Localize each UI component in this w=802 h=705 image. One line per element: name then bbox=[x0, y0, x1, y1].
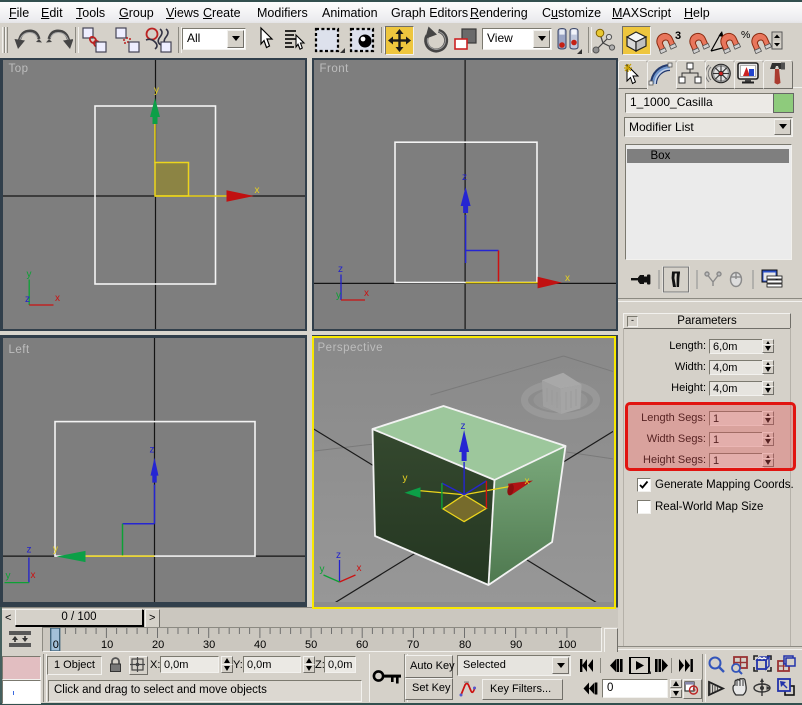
svg-text:3: 3 bbox=[675, 30, 681, 42]
svg-text:70: 70 bbox=[407, 639, 419, 651]
svg-text:20: 20 bbox=[152, 639, 164, 651]
svg-text:y: y bbox=[26, 269, 31, 280]
svg-text:x: x bbox=[364, 288, 369, 299]
svg-text:y: y bbox=[336, 290, 341, 301]
svg-text:30: 30 bbox=[203, 639, 215, 651]
svg-text:%: % bbox=[741, 29, 750, 41]
svg-text:z: z bbox=[149, 444, 154, 455]
svg-text:y: y bbox=[154, 85, 159, 96]
svg-text:50: 50 bbox=[305, 639, 317, 651]
svg-text:80: 80 bbox=[459, 639, 471, 651]
svg-text:100: 100 bbox=[558, 639, 576, 651]
svg-text:90: 90 bbox=[510, 639, 522, 651]
svg-text:60: 60 bbox=[356, 639, 368, 651]
svg-text:z: z bbox=[462, 172, 467, 183]
svg-text:x: x bbox=[565, 273, 570, 284]
svg-text:z: z bbox=[25, 294, 30, 305]
svg-text:z: z bbox=[336, 550, 341, 561]
svg-text:x: x bbox=[55, 293, 60, 304]
svg-text:x: x bbox=[356, 563, 361, 574]
svg-text:0: 0 bbox=[53, 639, 59, 651]
svg-text:y: y bbox=[5, 570, 10, 581]
svg-text:y: y bbox=[402, 473, 407, 484]
svg-text:x: x bbox=[254, 185, 259, 196]
svg-text:40: 40 bbox=[254, 639, 266, 651]
svg-text:y: y bbox=[319, 564, 324, 575]
svg-text:z: z bbox=[460, 421, 465, 432]
svg-text:z: z bbox=[338, 264, 343, 275]
svg-text:y: y bbox=[53, 544, 58, 555]
svg-text:x: x bbox=[30, 570, 35, 581]
svg-text:10: 10 bbox=[101, 639, 113, 651]
svg-text:x: x bbox=[524, 476, 529, 487]
svg-text:z: z bbox=[26, 544, 31, 555]
